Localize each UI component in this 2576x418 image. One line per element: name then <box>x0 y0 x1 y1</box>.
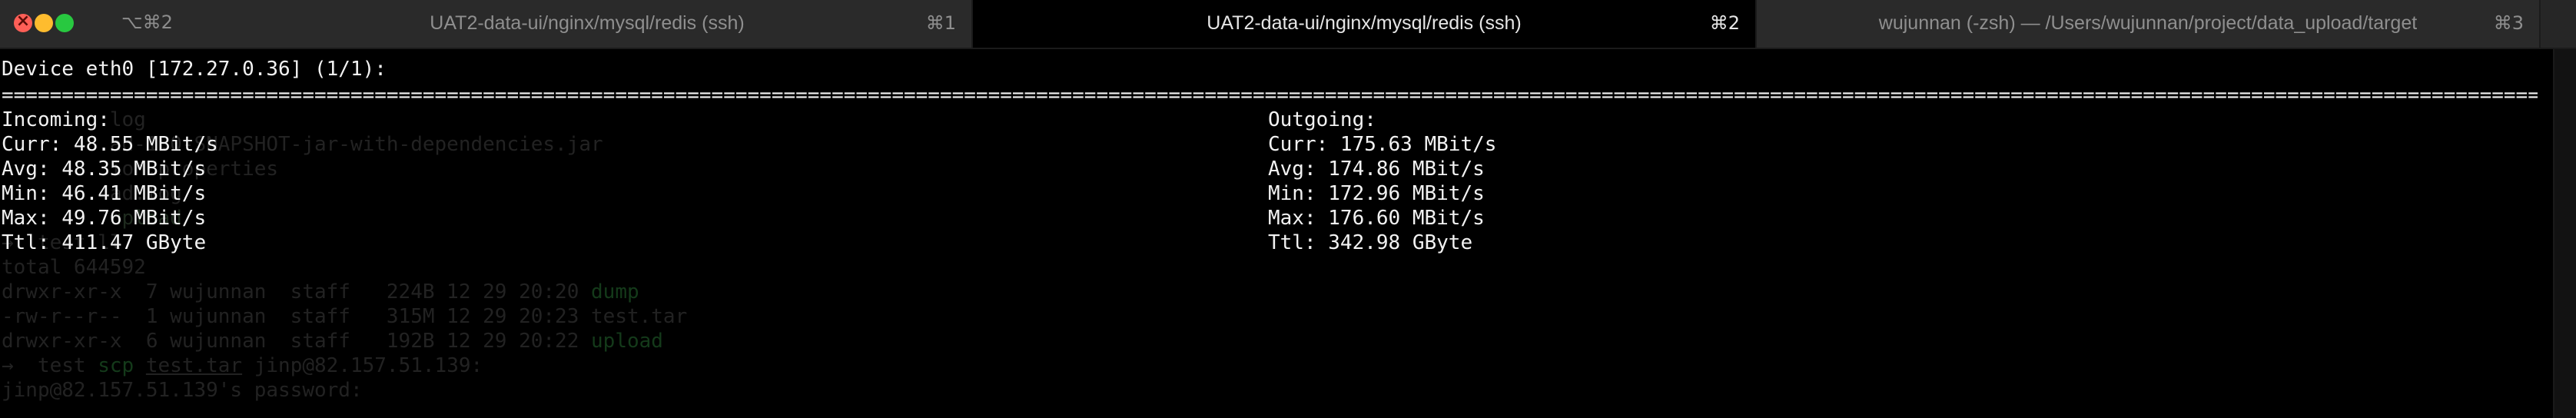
tab-3[interactable]: wujunnan (-zsh) — /Users/wujunnan/projec… <box>1755 0 2539 48</box>
device-line: Device eth0 [172.27.0.36] (1/1): <box>2 58 387 81</box>
tab-3-title: wujunnan (-zsh) — /Users/wujunnan/projec… <box>1878 12 2418 34</box>
outgoing-min: Min: 172.96 MBit/s <box>1268 182 1485 205</box>
incoming-min: Min: 46.41 MBit/s <box>2 182 207 205</box>
ghost-prompt-text: → test <box>2 354 98 377</box>
ghost-row-name: dump <box>591 280 639 304</box>
ghost-file: test.tar <box>145 354 243 377</box>
outgoing-max: Max: 176.60 MBit/s <box>1268 207 1485 230</box>
terminal-scrollbar[interactable] <box>2553 49 2576 418</box>
ghost-row-meta: drwxr-xr-x 7 wujunnan staff 224B 12 29 2… <box>2 280 592 304</box>
window-shortcut-label: ⌥⌘2 <box>121 12 173 33</box>
minimize-window-button[interactable] <box>35 14 53 32</box>
ghost-prompt: → test scp test.tar jinp@82.157.51.139: <box>2 353 483 378</box>
ghost-target: jinp@82.157.51.139: <box>242 354 483 377</box>
ghost-listing-row: drwxr-xr-x 7 wujunnan staff 224B 12 29 2… <box>2 280 639 304</box>
incoming-curr: Curr: 48.55 MBit/s <box>2 133 218 156</box>
ghost-line: jinp@82.157.51.139's password: <box>2 379 363 402</box>
incoming-ttl: Ttl: 411.47 GByte <box>2 231 207 254</box>
ghost-line: total 644592 <box>2 256 146 279</box>
tab-1-title: UAT2-data-ui/nginx/mysql/redis (ssh) <box>430 12 745 34</box>
ghost-listing-row: drwxr-xr-x 6 wujunnan staff 192B 12 29 2… <box>2 329 663 353</box>
separator-line: ========================================… <box>2 84 2538 107</box>
tab-2-shortcut: ⌘2 <box>1709 12 1740 34</box>
tab-2[interactable]: UAT2-data-ui/nginx/mysql/redis (ssh) ⌘2 <box>971 0 1755 48</box>
new-tab-area[interactable] <box>2539 0 2576 48</box>
outgoing-avg: Avg: 174.86 MBit/s <box>1268 158 1485 181</box>
incoming-avg: Avg: 48.35 MBit/s <box>2 158 207 181</box>
terminal-view[interactable]: log ad-1.0-SNAPSHOT-jar-with-dependencie… <box>0 49 2551 418</box>
outgoing-ttl: Ttl: 342.98 GByte <box>1268 231 1473 254</box>
ghost-space <box>134 354 146 377</box>
incoming-max: Max: 49.76 MBit/s <box>2 207 207 230</box>
tab-3-shortcut: ⌘3 <box>2493 12 2524 34</box>
tab-2-title: UAT2-data-ui/nginx/mysql/redis (ssh) <box>1207 12 1522 34</box>
ghost-listing-row: -rw-r--r-- 1 wujunnan staff 315M 12 29 2… <box>2 305 688 328</box>
tab-bar: ⌥⌘2 UAT2-data-ui/nginx/mysql/redis (ssh)… <box>0 0 2576 49</box>
tab-1-shortcut: ⌘1 <box>925 12 956 34</box>
close-window-button[interactable] <box>14 12 32 32</box>
ghost-command: scp <box>98 354 134 377</box>
incoming-header: Incoming: <box>2 108 110 131</box>
ghost-row-meta: drwxr-xr-x 6 wujunnan staff 192B 12 29 2… <box>2 330 592 353</box>
maximize-window-button[interactable] <box>55 14 74 32</box>
ghost-row-name: upload <box>591 330 663 353</box>
outgoing-header: Outgoing: <box>1268 108 1376 131</box>
outgoing-curr: Curr: 175.63 MBit/s <box>1268 133 1497 156</box>
tab-1[interactable]: UAT2-data-ui/nginx/mysql/redis (ssh) ⌘1 <box>203 0 971 48</box>
